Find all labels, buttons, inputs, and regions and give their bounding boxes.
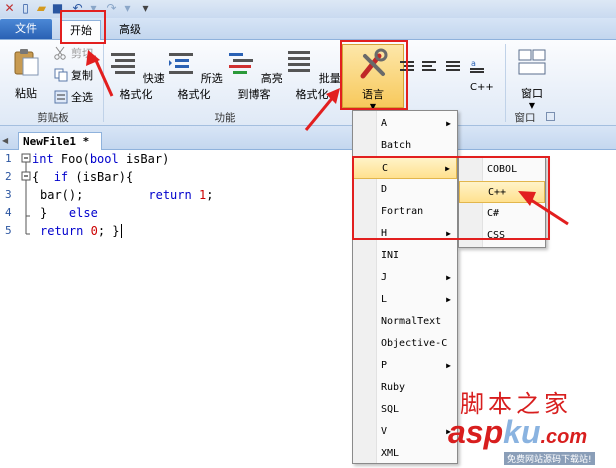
watermark-brand-asp: asp	[448, 414, 504, 450]
watermark-tagline: 免费网站源码下载站!	[504, 452, 595, 465]
watermark-brand-com: .com	[540, 426, 588, 448]
watermark-brand-ku: ku	[503, 414, 541, 450]
watermark-brand: aspku.com	[448, 414, 587, 451]
